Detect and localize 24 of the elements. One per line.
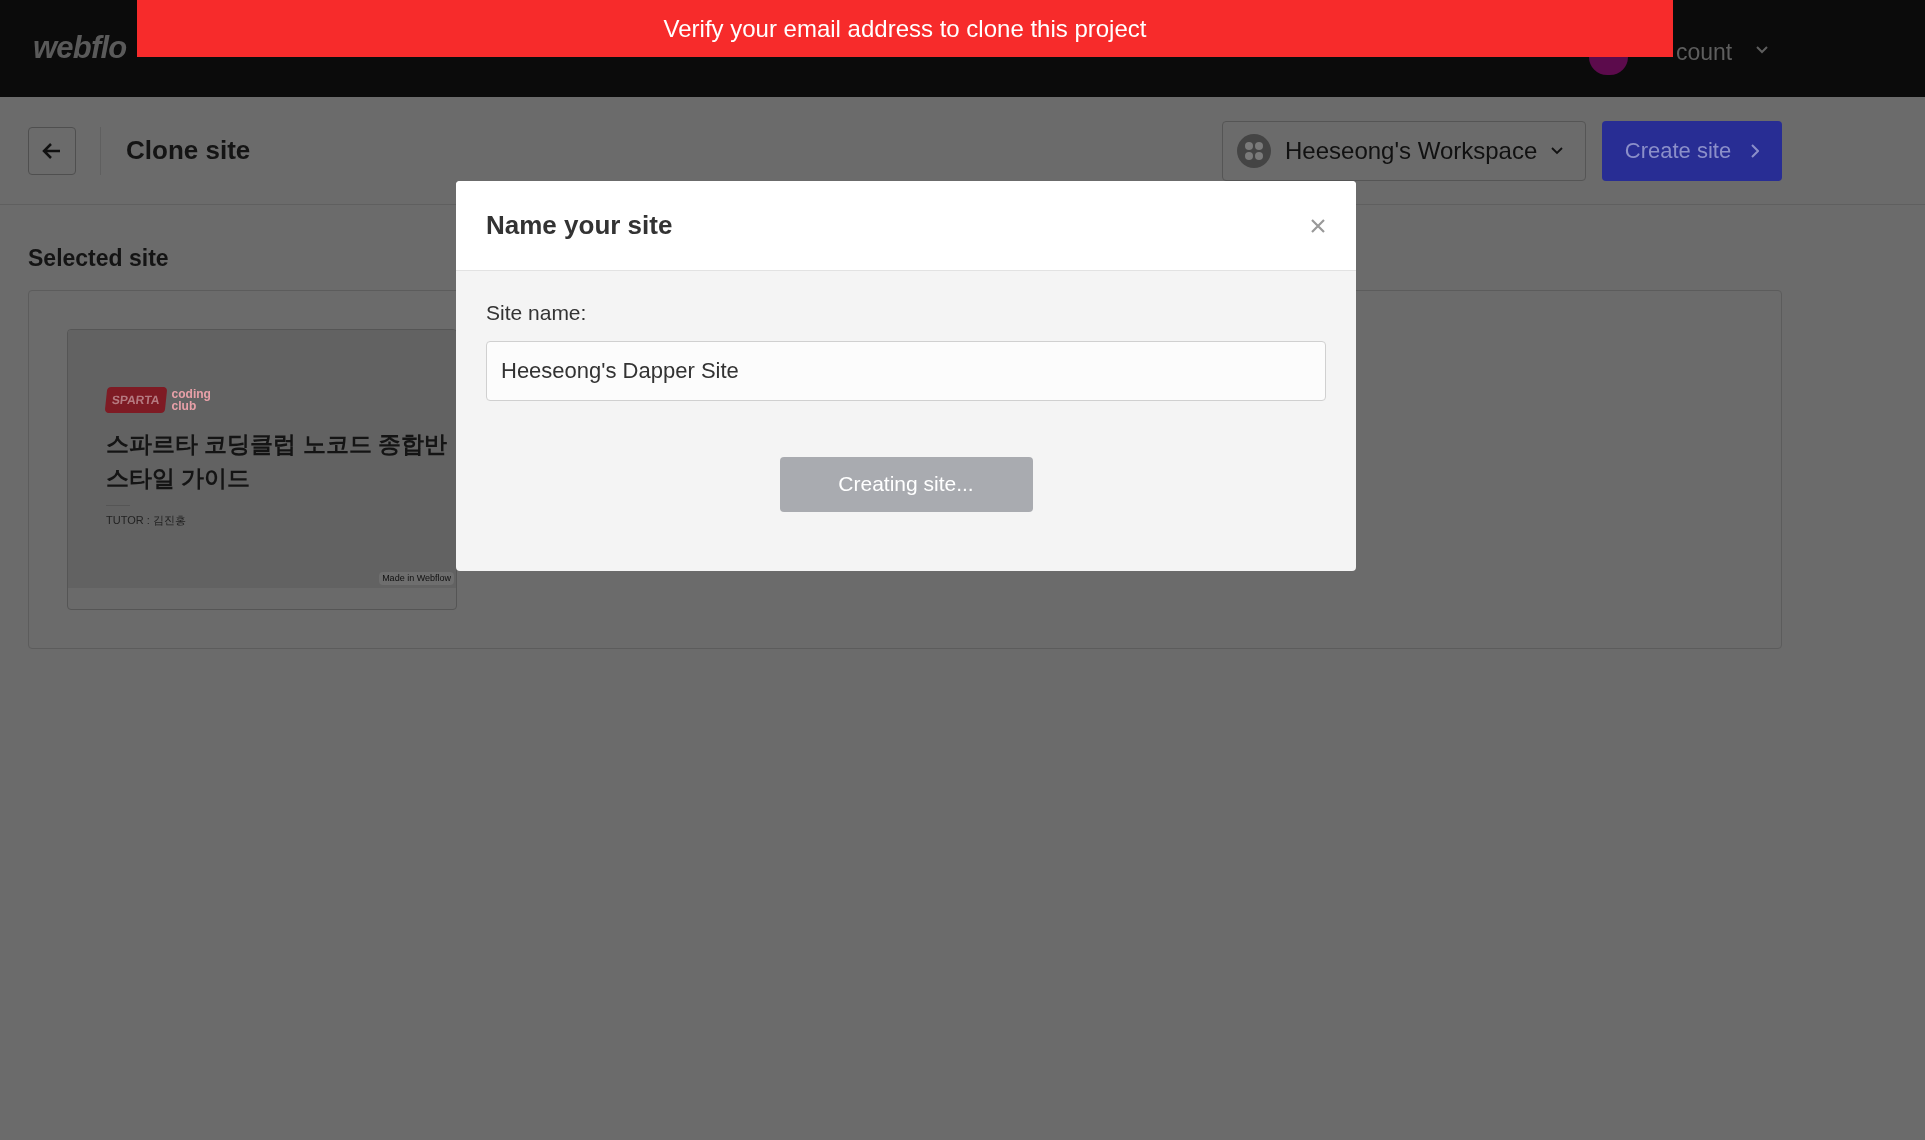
back-button[interactable] bbox=[28, 126, 76, 175]
logo-text: club bbox=[171, 399, 197, 412]
tutor-text: TUTOR : 김진홍 bbox=[106, 512, 187, 528]
page-title: Clone site bbox=[126, 134, 251, 167]
verify-banner: Verify your email address to clone this project bbox=[137, 0, 1673, 57]
site-name-field[interactable]: Heeseong's Dapper Site bbox=[486, 340, 1326, 401]
workspace-icon bbox=[1237, 133, 1271, 168]
logo[interactable]: webflo bbox=[33, 25, 127, 72]
logo-text: coding bbox=[171, 387, 211, 400]
caret-icon bbox=[1551, 146, 1564, 155]
logo-badge: SPARTA bbox=[104, 386, 167, 413]
back-arrow-icon bbox=[42, 141, 62, 160]
section-heading: Selected site bbox=[28, 244, 170, 273]
workspace-dropdown[interactable]: Heeseong's Workspace bbox=[1222, 120, 1586, 181]
made-in-webflow-badge: Made in Webflow bbox=[379, 571, 454, 585]
account-label[interactable]: count bbox=[1676, 35, 1733, 70]
field-label: Site name: bbox=[486, 300, 588, 326]
create-site-button[interactable]: Create site bbox=[1602, 120, 1782, 181]
thumbnail-title: 스파르타 코딩클럽 노코드 종합반 bbox=[106, 429, 449, 459]
thumbnail-title: 스타일 가이드 bbox=[106, 463, 252, 493]
close-icon[interactable] bbox=[1310, 217, 1326, 234]
modal-title: Name your site bbox=[486, 209, 673, 242]
caret-icon[interactable] bbox=[1755, 45, 1769, 54]
chevron-right-icon bbox=[1751, 143, 1760, 158]
